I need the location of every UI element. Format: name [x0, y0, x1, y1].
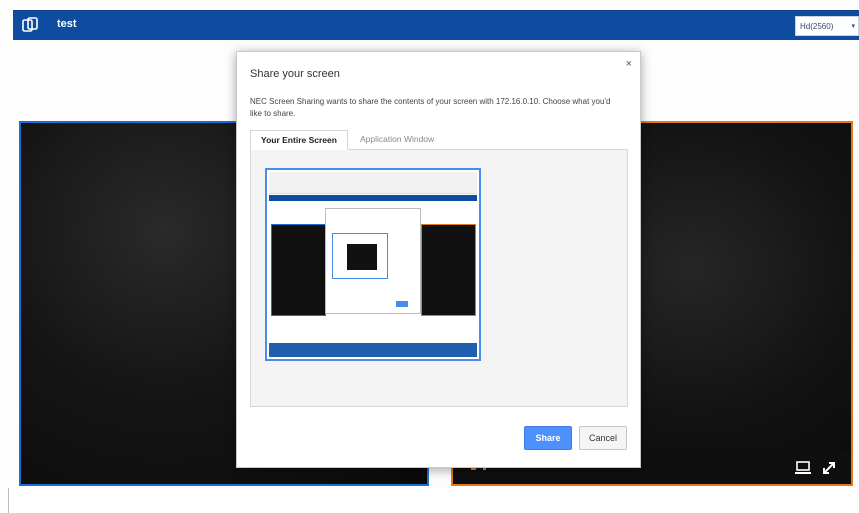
thumbnail-inner-preview [332, 233, 388, 279]
share-button[interactable]: Share [524, 426, 572, 450]
thumbnail-inner-image [347, 244, 377, 270]
thumbnail-top-bar [269, 195, 477, 201]
dialog-message: NEC Screen Sharing wants to share the co… [250, 97, 611, 118]
chevron-down-icon: ▾ [851, 23, 855, 30]
quality-select[interactable]: Hd(2560) ▾ [795, 16, 859, 36]
thumbnail-mini-button [396, 301, 408, 307]
screen-icon[interactable] [795, 461, 811, 475]
tab-application-window[interactable]: Application Window [360, 130, 434, 150]
close-icon[interactable]: × [626, 58, 632, 70]
app-window: test Hd(2560) ▾ × Share your screen NEC … [0, 0, 859, 513]
thumbnail-browser-bar [269, 172, 477, 194]
fullscreen-icon[interactable] [821, 460, 837, 476]
tab-panel [250, 149, 628, 407]
top-bar: test Hd(2560) ▾ [13, 10, 859, 40]
thumbnail-strip [269, 316, 477, 328]
thumbnail-taskbar [269, 343, 477, 357]
thumbnail-left-video [271, 224, 326, 316]
cancel-button[interactable]: Cancel [579, 426, 627, 450]
screen-thumbnail[interactable] [265, 168, 481, 361]
quality-select-value: Hd(2560) [800, 22, 834, 31]
share-screen-dialog: × Share your screen NEC Screen Sharing w… [236, 51, 641, 468]
dialog-title: Share your screen [250, 68, 340, 80]
bottom-strip [8, 488, 859, 513]
app-logo-icon[interactable] [21, 16, 39, 34]
room-title: test [57, 18, 77, 30]
thumbnail-right-video [421, 224, 476, 316]
tab-entire-screen[interactable]: Your Entire Screen [250, 130, 348, 150]
thumbnail-dialog [325, 208, 421, 314]
